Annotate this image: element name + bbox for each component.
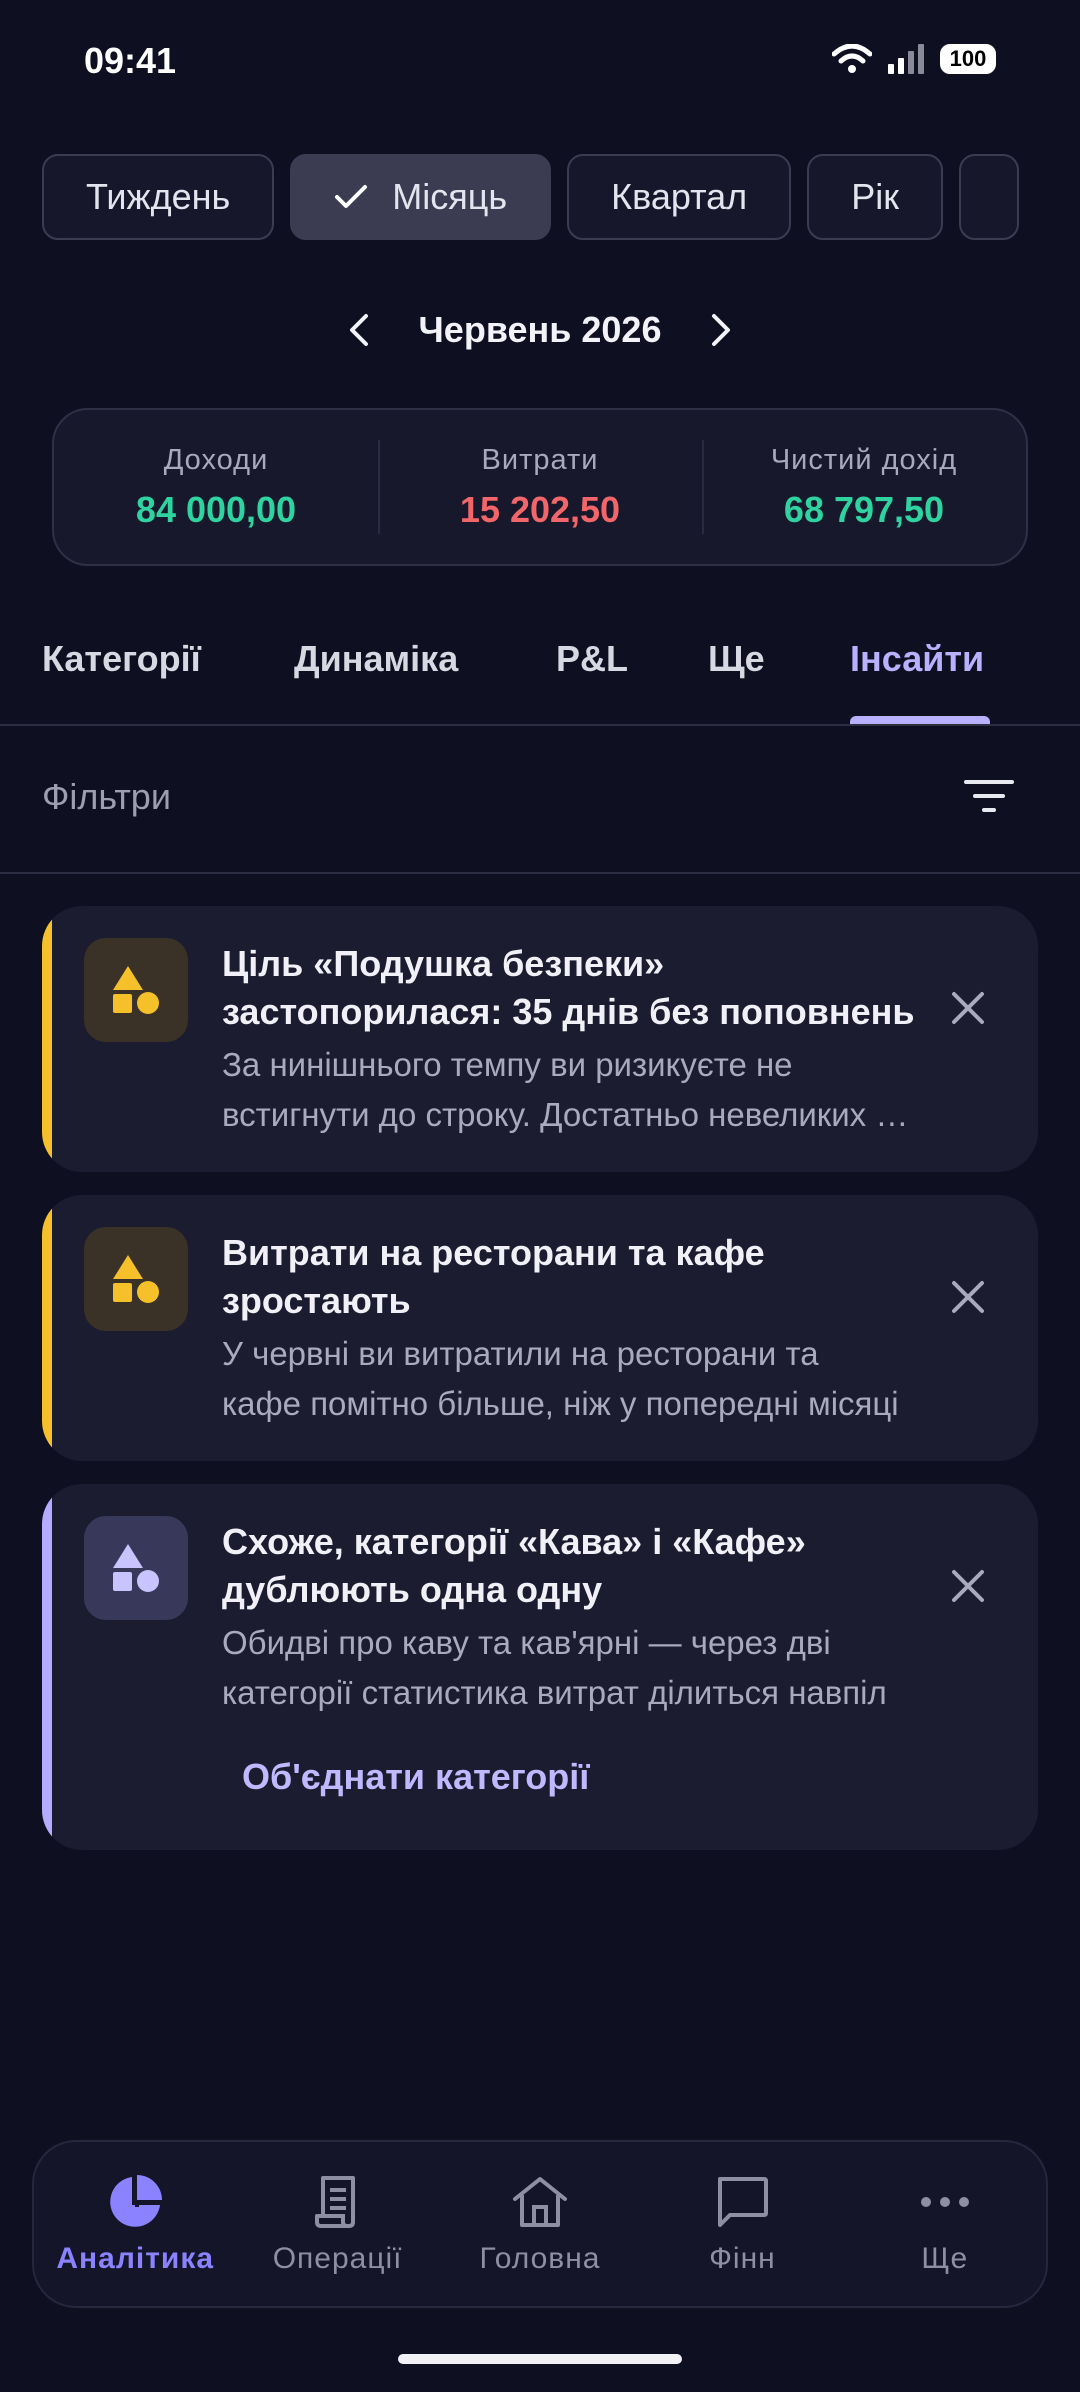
more-icon bbox=[915, 2172, 975, 2232]
chevron-right-icon[interactable] bbox=[701, 310, 741, 350]
shapes-icon bbox=[84, 1516, 188, 1620]
period-chip-label: Тиждень bbox=[86, 176, 231, 217]
close-icon[interactable] bbox=[948, 1566, 988, 1606]
period-chip-label: Місяць bbox=[392, 176, 508, 217]
status-bar: 09:41 100 bbox=[0, 0, 1080, 120]
status-time: 09:41 bbox=[84, 40, 177, 81]
filter-icon[interactable] bbox=[964, 776, 1014, 816]
insight-title-line: дублюють одна одну bbox=[222, 1569, 603, 1610]
insight-title: Витрати на ресторани та кафе зростають bbox=[222, 1229, 952, 1325]
bottom-nav: Аналітика Операції Головна Фінн Ще bbox=[32, 2140, 1048, 2308]
pie-chart-icon bbox=[105, 2172, 165, 2232]
nav-label: Ще bbox=[921, 2242, 969, 2275]
filters-bar[interactable]: Фільтри bbox=[0, 726, 1080, 874]
insight-body-line: кафе помітно більше, ніж у попередні міс… bbox=[222, 1385, 899, 1422]
insight-body: За нинішнього темпу ви ризикуєте не всти… bbox=[222, 1040, 922, 1140]
insight-card[interactable]: Витрати на ресторани та кафе зростають У… bbox=[42, 1195, 1038, 1461]
insight-title-line: застопорилася: 35 днів без поповнень bbox=[222, 991, 915, 1032]
summary-income-label: Доходи bbox=[163, 443, 269, 476]
tab-categories[interactable]: Категорії bbox=[42, 638, 201, 680]
period-chip-year[interactable]: Рік bbox=[807, 154, 943, 240]
signal-icon bbox=[888, 44, 924, 74]
receipt-icon bbox=[308, 2172, 368, 2232]
summary-income: Доходи 84 000,00 bbox=[54, 410, 378, 564]
period-selector: Тиждень Місяць Квартал Рік bbox=[42, 154, 1038, 244]
shapes-icon bbox=[84, 938, 188, 1042]
insight-accent-bar bbox=[42, 1195, 52, 1461]
insight-body: Обидві про каву та кав'ярні — через дві … bbox=[222, 1618, 922, 1718]
close-icon[interactable] bbox=[948, 988, 988, 1028]
insight-body-line: Обидві про каву та кав'ярні — через дві bbox=[222, 1624, 831, 1661]
close-icon[interactable] bbox=[948, 1277, 988, 1317]
summary-net: Чистий дохід 68 797,50 bbox=[702, 410, 1026, 564]
period-chip-partial[interactable] bbox=[958, 154, 1019, 240]
nav-label: Операції bbox=[272, 2242, 403, 2275]
merge-categories-button[interactable]: Об'єднати категорії bbox=[242, 1756, 589, 1798]
tab-pnl[interactable]: P&L bbox=[556, 638, 628, 680]
summary-expenses: Витрати 15 202,50 bbox=[378, 410, 702, 564]
insight-body-line: встигнути до строку. Достатньо невеликих… bbox=[222, 1096, 922, 1133]
nav-label: Аналітика bbox=[56, 2242, 215, 2275]
home-icon bbox=[510, 2172, 570, 2232]
chevron-left-icon[interactable] bbox=[339, 310, 379, 350]
insight-title-line: Витрати на ресторани та кафе bbox=[222, 1232, 765, 1273]
nav-item-finn[interactable]: Фінн bbox=[641, 2142, 843, 2306]
period-chip-month[interactable]: Місяць bbox=[290, 154, 552, 240]
insight-body-line: У червні ви витратили на ресторани та bbox=[222, 1335, 819, 1372]
check-icon bbox=[334, 184, 368, 210]
nav-item-analytics[interactable]: Аналітика bbox=[34, 2142, 236, 2306]
tab-dynamics[interactable]: Динаміка bbox=[294, 638, 458, 680]
tab-active-indicator bbox=[850, 716, 990, 724]
insight-title-line: зростають bbox=[222, 1280, 411, 1321]
insight-body-line: категорії статистика витрат ділиться нав… bbox=[222, 1674, 887, 1711]
analytics-tabs: Категорії Динаміка P&L Ще Інсайти bbox=[0, 620, 1080, 726]
nav-item-operations[interactable]: Операції bbox=[236, 2142, 438, 2306]
summary-expenses-label: Витрати bbox=[481, 443, 599, 476]
insight-accent-bar bbox=[42, 906, 52, 1172]
period-chip-label: Рік bbox=[851, 176, 899, 217]
chat-icon bbox=[712, 2172, 772, 2232]
insight-body: У червні ви витратили на ресторани та ка… bbox=[222, 1329, 922, 1429]
period-chip-label: Квартал bbox=[611, 176, 748, 217]
nav-item-more[interactable]: Ще bbox=[844, 2142, 1046, 2306]
summary-net-label: Чистий дохід bbox=[770, 443, 958, 476]
tab-more[interactable]: Ще bbox=[708, 638, 765, 680]
home-indicator bbox=[398, 2354, 682, 2364]
month-navigator: Червень 2026 bbox=[0, 300, 1080, 360]
summary-income-value: 84 000,00 bbox=[135, 488, 297, 530]
shapes-icon bbox=[84, 1227, 188, 1331]
month-label: Червень 2026 bbox=[418, 309, 662, 350]
status-icons: 100 bbox=[832, 44, 996, 74]
insight-card[interactable]: Схоже, категорії «Кава» і «Кафе» дублюют… bbox=[42, 1484, 1038, 1850]
summary-net-value: 68 797,50 bbox=[783, 488, 945, 530]
period-chip-week[interactable]: Тиждень bbox=[42, 154, 275, 240]
insight-title: Схоже, категорії «Кава» і «Кафе» дублюют… bbox=[222, 1518, 952, 1614]
insight-title-line: Схоже, категорії «Кава» і «Кафе» bbox=[222, 1521, 806, 1562]
period-chip-quarter[interactable]: Квартал bbox=[567, 154, 792, 240]
insight-accent-bar bbox=[42, 1484, 52, 1850]
nav-label: Головна bbox=[479, 2242, 601, 2275]
insight-title: Ціль «Подушка безпеки» застопорилася: 35… bbox=[222, 940, 952, 1036]
filters-label: Фільтри bbox=[42, 776, 171, 817]
insight-card[interactable]: Ціль «Подушка безпеки» застопорилася: 35… bbox=[42, 906, 1038, 1172]
wifi-icon bbox=[832, 44, 872, 73]
summary-card: Доходи 84 000,00 Витрати 15 202,50 Чисти… bbox=[52, 408, 1028, 566]
battery-icon: 100 bbox=[940, 44, 996, 74]
summary-expenses-value: 15 202,50 bbox=[459, 488, 621, 530]
tab-insights[interactable]: Інсайти bbox=[850, 638, 984, 680]
insight-body-line: За нинішнього темпу ви ризикуєте не bbox=[222, 1046, 793, 1083]
nav-label: Фінн bbox=[709, 2242, 776, 2275]
nav-item-home[interactable]: Головна bbox=[439, 2142, 641, 2306]
insight-title-line: Ціль «Подушка безпеки» bbox=[222, 943, 665, 984]
